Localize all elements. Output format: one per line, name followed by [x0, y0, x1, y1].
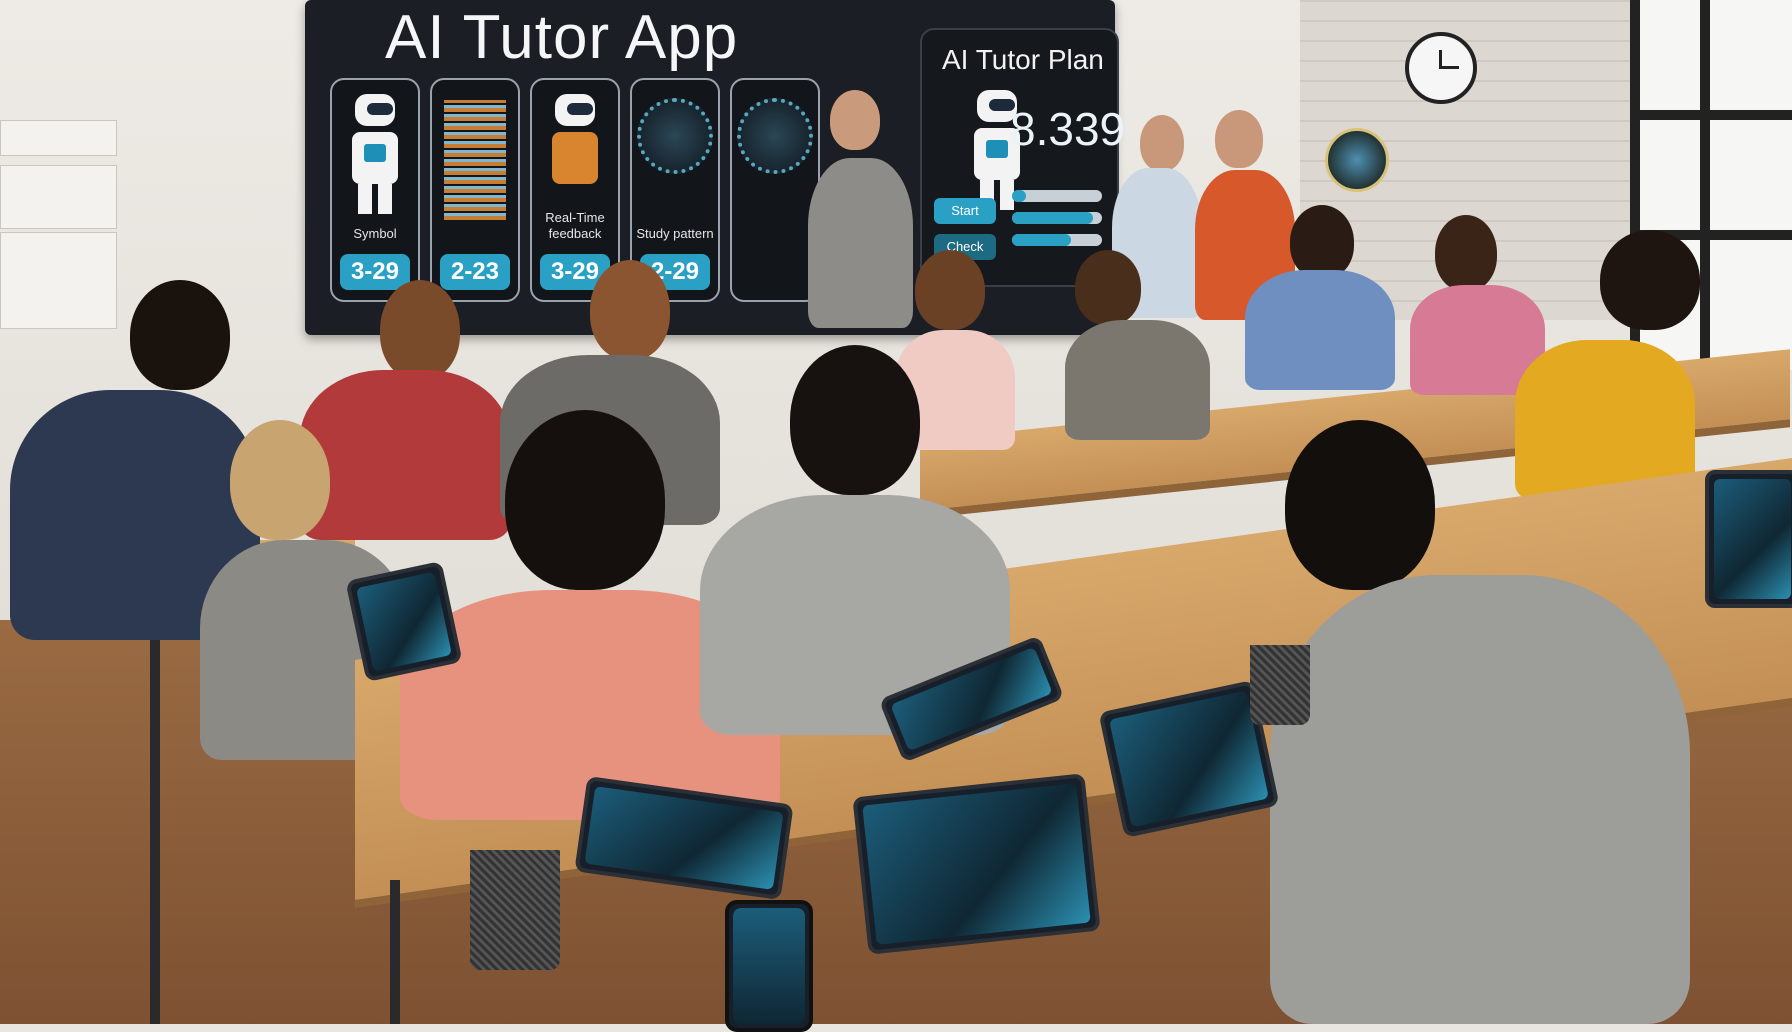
- dial-icon: [737, 98, 813, 174]
- card-value: 3-29: [340, 254, 410, 290]
- side-panel-metric: 8.339: [1010, 103, 1126, 155]
- card-label: Study pattern: [636, 226, 714, 241]
- desk-leg: [390, 880, 400, 1024]
- feature-card: 2-23: [430, 78, 520, 302]
- robot-icon: [550, 94, 600, 214]
- progress-slider: [1012, 190, 1102, 202]
- tablet-device[interactable]: [852, 773, 1101, 955]
- wall-emblem-icon: [1325, 128, 1389, 192]
- card-label: Symbol: [353, 226, 397, 241]
- plant-pot-icon: [1250, 645, 1310, 725]
- robot-icon: [350, 94, 400, 214]
- desk-leg: [150, 600, 160, 1024]
- feature-card: [730, 78, 820, 302]
- wall-poster: [0, 165, 117, 229]
- feature-card: Symbol 3-29: [330, 78, 420, 302]
- dial-icon: [637, 98, 713, 174]
- tablet-device[interactable]: [345, 560, 463, 683]
- ai-tutor-side-panel: AI Tutor Plan 8.339 Start Check: [920, 28, 1125, 287]
- board-title: AI Tutor App: [385, 3, 739, 72]
- smartphone-device[interactable]: [725, 900, 813, 1032]
- start-button[interactable]: Start: [934, 198, 996, 224]
- card-label: Real-Time feedback: [545, 210, 605, 241]
- bar-chart-icon: [444, 100, 506, 220]
- laptop-device[interactable]: [1705, 470, 1792, 608]
- progress-slider: [1012, 234, 1102, 246]
- side-panel-title: AI Tutor Plan: [942, 44, 1104, 75]
- wall-poster: [0, 120, 117, 156]
- wall-poster: [0, 232, 117, 329]
- card-value: 2-23: [440, 254, 510, 290]
- pencil-cup-icon: [470, 850, 560, 970]
- progress-slider: [1012, 212, 1102, 224]
- wall-clock-icon: [1405, 32, 1477, 104]
